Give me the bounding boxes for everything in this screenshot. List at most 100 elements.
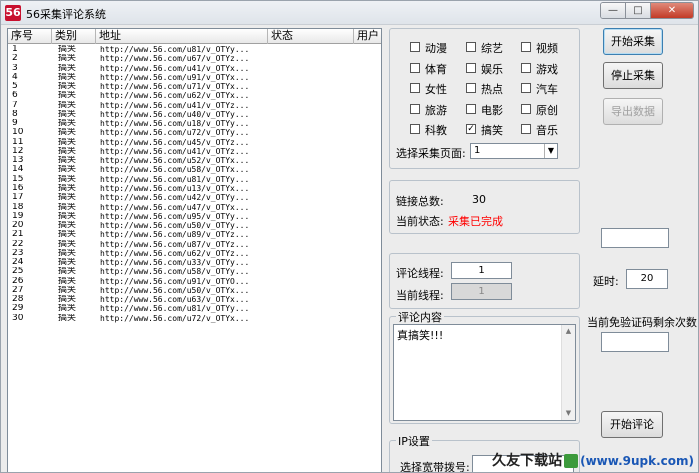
category-checkbox[interactable] [466, 83, 476, 93]
category-label: 综艺 [481, 42, 503, 55]
column-header-user[interactable]: 用户 [354, 29, 381, 44]
list-body: 1 搞笑 http://www.56.com/u81/v_OTYy... 2 搞笑 htt… [8, 45, 381, 323]
delay-input[interactable]: 20 [626, 269, 668, 289]
table-row[interactable]: 14 搞笑 http://www.56.com/u58/v_OTYx... [8, 165, 381, 174]
table-row[interactable]: 3 搞笑 http://www.56.com/u41/v_OTYx... [8, 64, 381, 73]
table-row[interactable]: 7 搞笑 http://www.56.com/u41/v_OTYz... [8, 101, 381, 110]
captcha-remaining-input[interactable] [601, 332, 669, 352]
row-category: 搞笑 [58, 109, 77, 119]
table-row[interactable]: 4 搞笑 http://www.56.com/u91/v_OTYx... [8, 73, 381, 82]
table-row[interactable]: 27 搞笑 http://www.56.com/u50/v_OTYx... [8, 286, 381, 295]
start-collect-button[interactable]: 开始采集 [603, 28, 663, 55]
table-row[interactable]: 30 搞笑 http://www.56.com/u72/v_OTYx... [8, 314, 381, 323]
status-group: 链接总数: 30 当前状态: 采集已完成 [389, 180, 580, 234]
link-list[interactable]: 序号 类别 地址 状态 用户 1 搞笑 http://www.56.com/u81/… [7, 28, 382, 472]
table-row[interactable]: 11 搞笑 http://www.56.com/u45/v_OTYz... [8, 138, 381, 147]
category-checkbox[interactable] [466, 103, 476, 114]
minimize-button[interactable]: — [601, 3, 626, 18]
row-category: 搞笑 [58, 165, 77, 175]
category-checkbox[interactable] [521, 83, 531, 93]
threads-group: 评论线程: 1 当前线程: 1 [389, 253, 580, 309]
table-row[interactable]: 10 搞笑 http://www.56.com/u72/v_OTYy... [8, 128, 381, 137]
category-checkbox[interactable] [521, 42, 531, 52]
table-row[interactable]: 25 搞笑 http://www.56.com/u58/v_OTYy... [8, 267, 381, 276]
window-title: 56采集评论系统 [26, 8, 106, 21]
table-row[interactable]: 8 搞笑 http://www.56.com/u40/v_OTYy... [8, 110, 381, 119]
row-url: http://www.56.com/u58/v_OTYy... [100, 267, 250, 277]
comment-scrollbar[interactable]: ▲ ▼ [561, 325, 575, 420]
comment-threads-input[interactable]: 1 [451, 262, 512, 279]
table-row[interactable]: 15 搞笑 http://www.56.com/u81/v_OTYy... [8, 175, 381, 184]
start-comment-button[interactable]: 开始评论 [601, 411, 663, 438]
table-row[interactable]: 18 搞笑 http://www.56.com/u47/v_OTYx... [8, 203, 381, 212]
scroll-up-icon[interactable]: ▲ [562, 325, 575, 338]
row-category: 搞笑 [58, 313, 77, 323]
export-data-button[interactable]: 导出数据 [603, 98, 663, 125]
row-category: 搞笑 [58, 211, 77, 221]
table-row[interactable]: 9 搞笑 http://www.56.com/u18/v_OTYy... [8, 119, 381, 128]
category-checkbox[interactable] [410, 62, 420, 73]
row-number: 22 [12, 239, 24, 249]
category-label: 汽车 [536, 83, 558, 96]
category-checkbox[interactable] [410, 83, 420, 93]
close-button[interactable]: ✕ [651, 3, 693, 18]
column-header-num[interactable]: 序号 [8, 29, 52, 44]
table-row[interactable]: 24 搞笑 http://www.56.com/u33/v_OTYy... [8, 258, 381, 267]
row-number: 4 [12, 72, 18, 82]
row-url: http://www.56.com/u62/v_OTYx... [100, 91, 250, 101]
table-row[interactable]: 16 搞笑 http://www.56.com/u13/v_OTYx... [8, 184, 381, 193]
table-row[interactable]: 21 搞笑 http://www.56.com/u89/v_OTYz... [8, 230, 381, 239]
category-checkbox[interactable] [521, 124, 531, 134]
row-number: 12 [12, 146, 24, 156]
table-row[interactable]: 1 搞笑 http://www.56.com/u81/v_OTYy... [8, 45, 381, 54]
row-category: 搞笑 [58, 45, 77, 54]
page-select[interactable]: 1 ▼ [470, 143, 558, 159]
column-header-url[interactable]: 地址 [96, 29, 268, 44]
table-row[interactable]: 26 搞笑 http://www.56.com/u91/v_OTYO... [8, 277, 381, 286]
row-number: 26 [12, 276, 24, 286]
category-checkbox[interactable] [410, 42, 420, 52]
category-checkbox[interactable] [466, 62, 476, 73]
table-row[interactable]: 20 搞笑 http://www.56.com/u50/v_OTYy... [8, 221, 381, 230]
table-row[interactable]: 6 搞笑 http://www.56.com/u62/v_OTYx... [8, 91, 381, 100]
title-bar[interactable]: 56 56采集评论系统 — □ ✕ [1, 1, 698, 25]
row-number: 14 [12, 165, 24, 175]
scroll-down-icon[interactable]: ▼ [562, 407, 575, 420]
category-checkbox[interactable]: ✓ [466, 124, 476, 134]
table-row[interactable]: 2 搞笑 http://www.56.com/u67/v_OTYz... [8, 54, 381, 63]
maximize-button[interactable]: □ [626, 3, 651, 18]
captcha-code-input[interactable] [601, 228, 669, 248]
table-row[interactable]: 5 搞笑 http://www.56.com/u71/v_OTYx... [8, 82, 381, 91]
table-row[interactable]: 23 搞笑 http://www.56.com/u62/v_OTYz... [8, 249, 381, 258]
row-url: http://www.56.com/u91/v_OTYx... [100, 72, 250, 82]
table-row[interactable]: 17 搞笑 http://www.56.com/u42/v_OTYy... [8, 193, 381, 202]
table-row[interactable]: 19 搞笑 http://www.56.com/u95/v_OTYy... [8, 212, 381, 221]
category-checkbox[interactable] [521, 103, 531, 114]
row-number: 10 [12, 128, 24, 138]
row-category: 搞笑 [58, 119, 77, 129]
table-row[interactable]: 29 搞笑 http://www.56.com/u81/v_OTYy... [8, 304, 381, 313]
row-number: 21 [12, 230, 24, 240]
table-row[interactable]: 13 搞笑 http://www.56.com/u52/v_OTYx... [8, 156, 381, 165]
stop-collect-button[interactable]: 停止采集 [603, 62, 663, 89]
category-checkbox[interactable] [521, 62, 531, 73]
category-checkbox[interactable] [410, 124, 420, 134]
comment-textarea[interactable]: 真搞笑!!! ▲ ▼ [393, 324, 576, 421]
dial-select-label: 选择宽带拨号: [400, 461, 470, 473]
category-checkbox[interactable] [466, 42, 476, 52]
row-number: 25 [12, 267, 24, 277]
comment-text: 真搞笑!!! [397, 329, 444, 342]
table-row[interactable]: 22 搞笑 http://www.56.com/u87/v_OTYz... [8, 240, 381, 249]
table-row[interactable]: 28 搞笑 http://www.56.com/u63/v_OTYx... [8, 295, 381, 304]
row-number: 18 [12, 202, 24, 212]
row-category: 搞笑 [58, 230, 77, 240]
total-links-label: 链接总数: [396, 195, 444, 208]
category-checkbox[interactable] [410, 103, 420, 114]
column-header-status[interactable]: 状态 [268, 29, 354, 44]
table-row[interactable]: 12 搞笑 http://www.56.com/u41/v_OTYz... [8, 147, 381, 156]
chevron-down-icon[interactable]: ▼ [544, 144, 557, 158]
column-header-category[interactable]: 类别 [52, 29, 96, 44]
row-category: 搞笑 [58, 193, 77, 203]
row-number: 5 [12, 82, 18, 92]
category-label: 旅游 [425, 103, 447, 117]
